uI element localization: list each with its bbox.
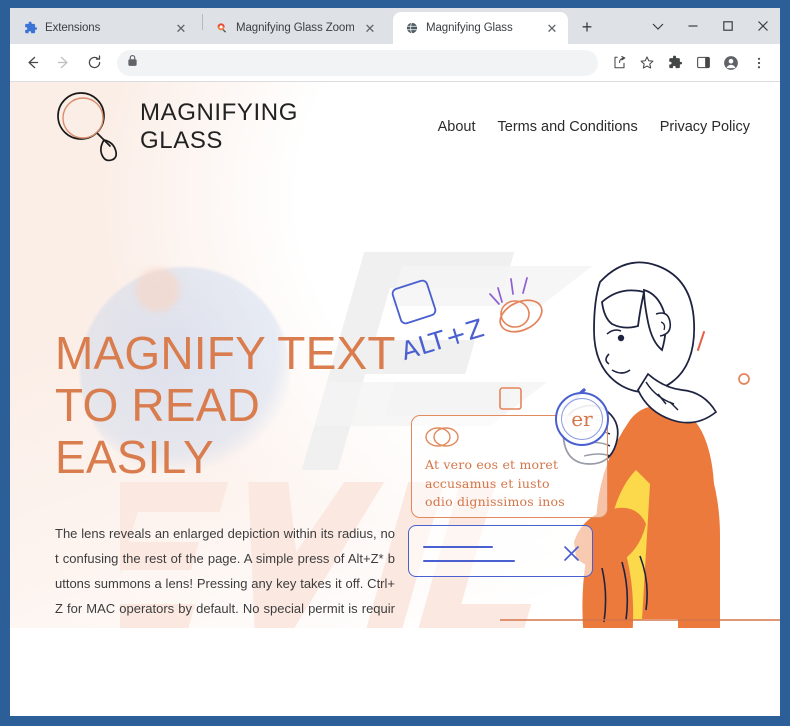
page-viewport: MAGNIFYING GLASS About Terms and Conditio… [10, 82, 780, 716]
close-x-icon[interactable] [562, 544, 581, 563]
brand-line-1: MAGNIFYING [140, 98, 299, 126]
decorative-peach-dot [136, 268, 180, 312]
toolbar-right-actions [604, 50, 772, 76]
puzzle-piece-icon [23, 21, 38, 36]
three-dot-menu-icon[interactable] [746, 50, 772, 76]
maximize-button[interactable] [710, 9, 745, 43]
decorative-sparkle-icon [489, 277, 543, 333]
profile-avatar-icon[interactable] [718, 50, 744, 76]
window-controls [640, 8, 780, 44]
magnifier-lens: er [555, 392, 609, 446]
decorative-circle-icon [738, 373, 750, 385]
tab-close-button[interactable]: ✕ [544, 20, 560, 36]
tab-title: Magnifying Glass [426, 22, 513, 34]
globe-icon [404, 21, 419, 36]
tab-title: Extensions [45, 22, 101, 34]
lock-icon [127, 54, 138, 72]
decorative-dash-icon [697, 331, 705, 351]
lens-magnified-text: er [561, 398, 603, 440]
minimize-button[interactable] [675, 9, 710, 43]
decorative-small-square-icon [499, 387, 522, 410]
brand-name: MAGNIFYING GLASS [140, 99, 298, 156]
card-latin-text: At vero eos et moret accusamus et iusto … [425, 457, 565, 509]
close-window-button[interactable] [745, 9, 780, 43]
reload-button[interactable] [80, 49, 108, 77]
side-panel-icon[interactable] [690, 50, 716, 76]
forward-button[interactable] [49, 49, 77, 77]
magnifying-glass-logo [48, 86, 126, 169]
input-lines-icon [423, 546, 515, 562]
main-navigation: About Terms and Conditions Privacy Polic… [438, 119, 750, 135]
nav-link-terms-and-conditions[interactable]: Terms and Conditions [498, 119, 638, 135]
nav-link-privacy-policy[interactable]: Privacy Policy [660, 119, 750, 135]
tab-magnifying-glass[interactable]: Magnifying Glass ✕ [393, 12, 568, 44]
browser-window: Extensions ✕ Magnifying Glass Zoom - Chr… [10, 8, 780, 716]
magnifier-icon [214, 21, 229, 36]
new-tab-button[interactable]: + [573, 13, 601, 41]
decorative-square-icon [391, 279, 437, 325]
page-title: MAGNIFY TEXT TO READ EASILY [55, 327, 396, 483]
card-ellipse-icon [425, 427, 459, 447]
tab-strip: Extensions ✕ Magnifying Glass Zoom - Chr… [10, 8, 780, 44]
brand-logo-group[interactable]: MAGNIFYING GLASS [48, 86, 298, 169]
back-button[interactable] [18, 49, 46, 77]
browser-window-frame: Extensions ✕ Magnifying Glass Zoom - Chr… [0, 0, 790, 726]
nav-link-about[interactable]: About [438, 119, 476, 135]
tab-search-button[interactable] [640, 9, 675, 43]
share-icon[interactable] [606, 50, 632, 76]
tab-close-button[interactable]: ✕ [173, 20, 189, 36]
eye [617, 334, 625, 342]
address-bar[interactable] [117, 49, 598, 76]
tab-magnifying-glass-zoom[interactable]: Magnifying Glass Zoom - Chrom ✕ [203, 12, 393, 44]
extensions-puzzle-icon[interactable] [662, 50, 688, 76]
tab-title: Magnifying Glass Zoom - Chrom [236, 22, 354, 34]
tab-close-button[interactable]: ✕ [362, 20, 378, 36]
tab-extensions[interactable]: Extensions ✕ [12, 12, 202, 44]
site-header: MAGNIFYING GLASS About Terms and Conditio… [10, 82, 780, 172]
browser-toolbar [10, 44, 780, 82]
brand-line-2: GLASS [140, 127, 224, 154]
desk-line [500, 619, 780, 621]
star-icon[interactable] [634, 50, 660, 76]
page-bottom-area [10, 628, 780, 716]
